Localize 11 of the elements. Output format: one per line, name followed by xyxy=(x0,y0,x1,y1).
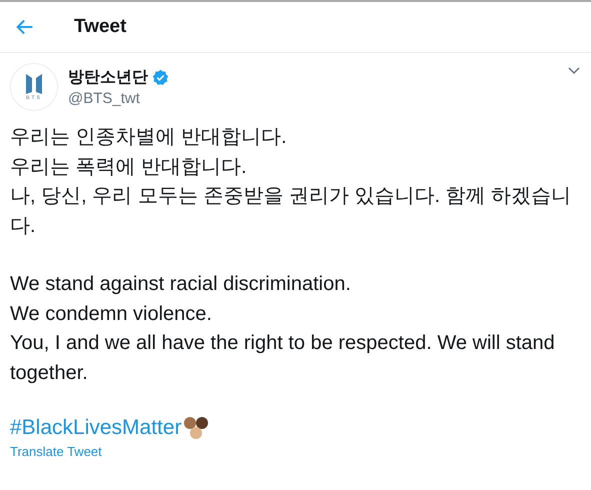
chevron-down-icon xyxy=(567,65,581,75)
fists-icon xyxy=(182,416,209,440)
more-button[interactable] xyxy=(567,65,581,75)
translate-link[interactable]: Translate Tweet xyxy=(10,444,102,459)
tweet-paragraph: We stand against racial discrimination. We condemn violence. You, I and we all have the right to be respected. We will stand together. xyxy=(10,272,556,386)
logo-icon xyxy=(26,74,42,94)
author-name[interactable]: 방탄소년단 xyxy=(68,67,148,88)
hashtag-link[interactable]: #BlackLivesMatter xyxy=(10,416,182,440)
author-handle[interactable]: @BTS_twt xyxy=(68,90,557,107)
page-title: Tweet xyxy=(74,16,126,38)
tweet-paragraph: 우리는 인종차별에 반대합니다. 우리는 폭력에 반대합니다. 나, 당신, 우리 모두는 존중받을 권리가 있습니다. 함께 하겠습니다. xyxy=(10,125,572,238)
